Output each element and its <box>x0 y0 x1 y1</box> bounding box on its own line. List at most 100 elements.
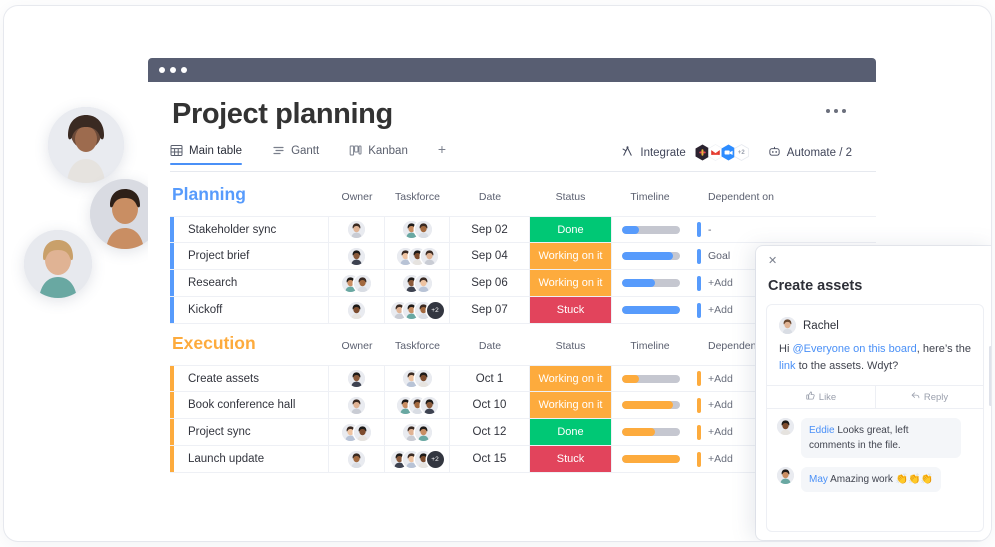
row-name[interactable]: Create assets <box>174 366 329 391</box>
timeline-track <box>621 374 680 383</box>
timeline-cell[interactable] <box>611 392 689 418</box>
row-name[interactable]: Project brief <box>174 243 329 269</box>
owner-cell[interactable] <box>329 446 385 472</box>
taskforce-cell[interactable] <box>385 419 450 445</box>
timeline-track <box>621 401 680 409</box>
status-cell[interactable]: Stuck <box>530 297 611 323</box>
tab-main-table[interactable]: Main table <box>170 144 243 165</box>
dependent-color-bar <box>697 451 701 467</box>
status-cell[interactable]: Stuck <box>530 446 611 472</box>
status-cell[interactable]: Working on it <box>530 366 611 391</box>
timeline-cell[interactable] <box>611 366 689 391</box>
ellipsis-icon[interactable] <box>826 109 846 113</box>
integrate-label: Integrate <box>640 146 686 159</box>
status-cell[interactable]: Done <box>530 217 611 242</box>
update-text: Hi @Everyone on this board, here’s the l… <box>779 341 971 375</box>
status-cell[interactable]: Done <box>530 419 611 445</box>
column-header-date[interactable]: Date <box>445 191 535 203</box>
timeline-fill <box>621 279 656 287</box>
timeline-cell[interactable] <box>611 419 689 445</box>
row-name[interactable]: Research <box>174 270 329 296</box>
window-dot-2[interactable] <box>170 67 176 73</box>
date-cell[interactable]: Sep 07 <box>450 297 530 323</box>
dependent-color-bar <box>697 424 701 440</box>
date-cell[interactable]: Sep 04 <box>450 243 530 269</box>
row-name[interactable]: Kickoff <box>174 297 329 323</box>
group-header: Planning Owner Taskforce Date Status Timeline… <box>170 184 876 216</box>
timeline-cell[interactable] <box>611 243 689 269</box>
status-cell[interactable]: Working on it <box>530 392 611 418</box>
like-button[interactable]: Like <box>767 386 875 408</box>
taskforce-cell[interactable] <box>385 243 450 269</box>
row-name[interactable]: Project sync <box>174 419 329 445</box>
tab-kanban[interactable]: Kanban <box>349 144 408 164</box>
owner-avatars <box>348 450 365 468</box>
add-view-button[interactable]: + <box>438 142 446 162</box>
automate-button[interactable]: Automate / 2 <box>768 145 852 161</box>
mention-link[interactable]: @Everyone on this board <box>792 343 916 355</box>
taskforce-cell[interactable]: +2 <box>385 297 450 323</box>
dependent-color-bar <box>697 371 701 386</box>
owner-cell[interactable] <box>329 217 385 242</box>
integration-badges[interactable]: +2 <box>694 144 750 161</box>
taskforce-cell[interactable] <box>385 270 450 296</box>
panel-scrollbar[interactable] <box>989 346 991 406</box>
timeline-cell[interactable] <box>611 446 689 472</box>
timeline-cell[interactable] <box>611 270 689 296</box>
taskforce-cell[interactable]: +2 <box>385 446 450 472</box>
taskforce-cell[interactable] <box>385 366 450 391</box>
group-title[interactable]: Planning <box>172 184 246 205</box>
column-header-date[interactable]: Date <box>445 340 535 352</box>
column-header-status[interactable]: Status <box>526 191 616 203</box>
status-cell[interactable]: Working on it <box>530 270 611 296</box>
date-cell[interactable]: Oct 1 <box>450 366 530 391</box>
date-cell[interactable]: Sep 02 <box>450 217 530 242</box>
avatar-eddie <box>777 418 794 435</box>
owner-cell[interactable] <box>329 270 385 296</box>
reply-button[interactable]: Reply <box>875 386 983 408</box>
window-dot-3[interactable] <box>181 67 187 73</box>
owner-cell[interactable] <box>329 297 385 323</box>
reply-bubble: Eddie Looks great, left comments in the … <box>801 418 961 458</box>
dependent-on-cell[interactable]: - <box>689 217 876 242</box>
date-cell[interactable]: Oct 15 <box>450 446 530 472</box>
row-name[interactable]: Stakeholder sync <box>174 217 329 242</box>
thumbs-up-icon <box>806 391 815 403</box>
row-name[interactable]: Launch update <box>174 446 329 472</box>
close-icon[interactable]: ✕ <box>768 256 777 267</box>
timeline-cell[interactable] <box>611 297 689 323</box>
owner-avatars <box>348 370 365 387</box>
date-cell[interactable]: Oct 10 <box>450 392 530 418</box>
column-header-dependent-on[interactable]: Dependent on <box>696 191 786 203</box>
taskforce-cell[interactable] <box>385 392 450 418</box>
column-header-status[interactable]: Status <box>526 340 616 352</box>
owner-cell[interactable] <box>329 366 385 391</box>
taskforce-cell[interactable] <box>385 217 450 242</box>
timeline-cell[interactable] <box>611 217 689 242</box>
date-cell[interactable]: Sep 06 <box>450 270 530 296</box>
table-row[interactable]: Stakeholder sync Sep 02 Done - <box>170 216 876 243</box>
screenshot-root: Project planning Main table Gantt Kanban… <box>0 0 995 547</box>
automate-label: Automate / 2 <box>786 146 852 159</box>
reply-author[interactable]: Eddie <box>809 425 835 436</box>
avatar <box>348 301 365 319</box>
owner-cell[interactable] <box>329 243 385 269</box>
column-header-timeline[interactable]: Timeline <box>605 191 695 203</box>
window-dot-1[interactable] <box>159 67 165 73</box>
row-name[interactable]: Book conference hall <box>174 392 329 418</box>
owner-cell[interactable] <box>329 392 385 418</box>
reply-author[interactable]: May <box>809 474 828 485</box>
status-cell[interactable]: Working on it <box>530 243 611 269</box>
asset-link[interactable]: link <box>779 360 796 372</box>
date-cell[interactable]: Oct 12 <box>450 419 530 445</box>
timeline-fill <box>621 401 673 409</box>
integrate-button[interactable]: Integrate +2 <box>621 144 749 161</box>
reply-arrow-icon <box>911 391 920 403</box>
timeline-fill <box>621 455 680 463</box>
column-header-timeline[interactable]: Timeline <box>605 340 695 352</box>
tab-gantt[interactable]: Gantt <box>272 144 319 164</box>
avatar-may <box>777 467 794 484</box>
integrate-icon <box>621 145 634 161</box>
owner-cell[interactable] <box>329 419 385 445</box>
group-title[interactable]: Execution <box>172 333 256 354</box>
